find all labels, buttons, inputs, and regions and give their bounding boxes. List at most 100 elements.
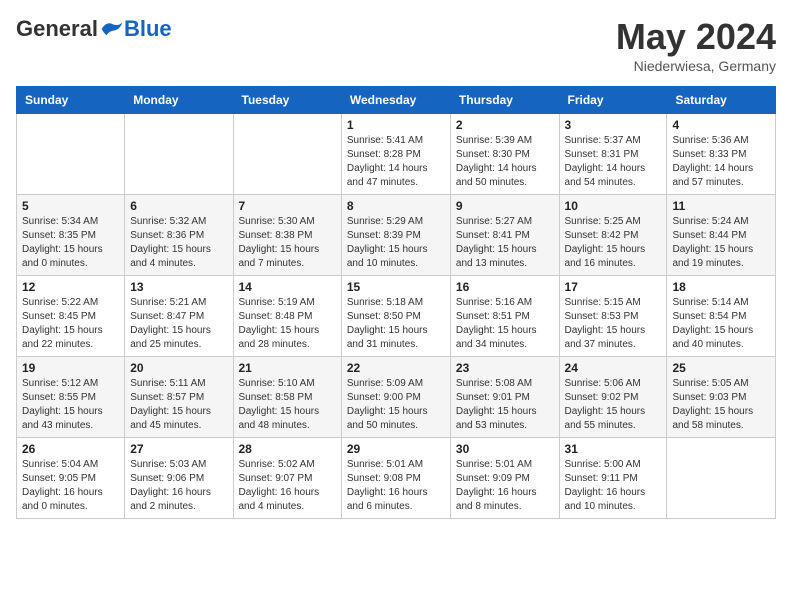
day-info: Sunrise: 5:41 AM Sunset: 8:28 PM Dayligh… bbox=[347, 134, 445, 190]
calendar-cell: 10 Sunrise: 5:25 AM Sunset: 8:42 PM Dayli… bbox=[559, 195, 667, 276]
calendar-cell: 16 Sunrise: 5:16 AM Sunset: 8:51 PM Dayli… bbox=[450, 276, 559, 357]
calendar-cell: 12Sunrise: 5:22 AM Sunset: 8:45 PM Dayli… bbox=[17, 276, 125, 357]
day-number: 1 bbox=[347, 118, 445, 132]
day-number: 10 bbox=[565, 199, 662, 213]
calendar-day-header: Thursday bbox=[450, 87, 559, 114]
day-info: Sunrise: 5:22 AM Sunset: 8:45 PM Dayligh… bbox=[22, 296, 119, 352]
calendar-cell: 7Sunrise: 5:30 AM Sunset: 8:38 PM Daylig… bbox=[233, 195, 341, 276]
calendar-cell: 15 Sunrise: 5:18 AM Sunset: 8:50 PM Dayli… bbox=[341, 276, 450, 357]
calendar-cell: 18 Sunrise: 5:14 AM Sunset: 8:54 PM Dayli… bbox=[667, 276, 776, 357]
calendar-day-header: Sunday bbox=[17, 87, 125, 114]
calendar-cell: 30Sunrise: 5:01 AM Sunset: 9:09 PM Dayli… bbox=[450, 438, 559, 519]
day-number: 30 bbox=[456, 442, 554, 456]
day-info: Sunrise: 5:09 AM Sunset: 9:00 PM Dayligh… bbox=[347, 377, 445, 433]
day-info: Sunrise: 5:21 AM Sunset: 8:47 PM Dayligh… bbox=[130, 296, 227, 352]
calendar-week-row: 26 Sunrise: 5:04 AM Sunset: 9:05 PM Dayli… bbox=[17, 438, 776, 519]
logo-general-text: General bbox=[16, 16, 98, 42]
day-info: Sunrise: 5:06 AM Sunset: 9:02 PM Dayligh… bbox=[565, 377, 662, 433]
day-info: Sunrise: 5:16 AM Sunset: 8:51 PM Dayligh… bbox=[456, 296, 554, 352]
calendar-cell: 2 Sunrise: 5:39 AM Sunset: 8:30 PM Daylig… bbox=[450, 114, 559, 195]
day-number: 5 bbox=[22, 199, 119, 213]
calendar-cell: 4Sunrise: 5:36 AM Sunset: 8:33 PM Daylig… bbox=[667, 114, 776, 195]
day-number: 3 bbox=[565, 118, 662, 132]
day-number: 23 bbox=[456, 361, 554, 375]
logo-bird-icon bbox=[100, 19, 124, 39]
day-number: 9 bbox=[456, 199, 554, 213]
calendar-header-row: SundayMondayTuesdayWednesdayThursdayFrid… bbox=[17, 87, 776, 114]
calendar-cell: 27 Sunrise: 5:03 AM Sunset: 9:06 PM Dayli… bbox=[125, 438, 233, 519]
day-info: Sunrise: 5:24 AM Sunset: 8:44 PM Dayligh… bbox=[672, 215, 770, 271]
calendar-cell: 13 Sunrise: 5:21 AM Sunset: 8:47 PM Dayli… bbox=[125, 276, 233, 357]
day-info: Sunrise: 5:18 AM Sunset: 8:50 PM Dayligh… bbox=[347, 296, 445, 352]
calendar-week-row: 5 Sunrise: 5:34 AM Sunset: 8:35 PM Daylig… bbox=[17, 195, 776, 276]
calendar-day-header: Monday bbox=[125, 87, 233, 114]
day-info: Sunrise: 5:10 AM Sunset: 8:58 PM Dayligh… bbox=[239, 377, 336, 433]
logo: General Blue bbox=[16, 16, 172, 42]
day-info: Sunrise: 5:03 AM Sunset: 9:06 PM Dayligh… bbox=[130, 458, 227, 514]
day-number: 22 bbox=[347, 361, 445, 375]
day-info: Sunrise: 5:27 AM Sunset: 8:41 PM Dayligh… bbox=[456, 215, 554, 271]
calendar-cell bbox=[17, 114, 125, 195]
calendar-cell: 25Sunrise: 5:05 AM Sunset: 9:03 PM Dayli… bbox=[667, 357, 776, 438]
calendar-cell: 19 Sunrise: 5:12 AM Sunset: 8:55 PM Dayli… bbox=[17, 357, 125, 438]
day-number: 13 bbox=[130, 280, 227, 294]
calendar-day-header: Tuesday bbox=[233, 87, 341, 114]
logo-blue-text: Blue bbox=[124, 16, 172, 42]
day-info: Sunrise: 5:14 AM Sunset: 8:54 PM Dayligh… bbox=[672, 296, 770, 352]
day-number: 11 bbox=[672, 199, 770, 213]
calendar-cell: 23 Sunrise: 5:08 AM Sunset: 9:01 PM Dayli… bbox=[450, 357, 559, 438]
location-subtitle: Niederwiesa, Germany bbox=[616, 58, 776, 74]
calendar-week-row: 19 Sunrise: 5:12 AM Sunset: 8:55 PM Dayli… bbox=[17, 357, 776, 438]
day-number: 14 bbox=[239, 280, 336, 294]
day-number: 24 bbox=[565, 361, 662, 375]
day-info: Sunrise: 5:39 AM Sunset: 8:30 PM Dayligh… bbox=[456, 134, 554, 190]
calendar-cell: 8Sunrise: 5:29 AM Sunset: 8:39 PM Daylig… bbox=[341, 195, 450, 276]
day-number: 27 bbox=[130, 442, 227, 456]
day-number: 2 bbox=[456, 118, 554, 132]
day-number: 31 bbox=[565, 442, 662, 456]
day-info: Sunrise: 5:34 AM Sunset: 8:35 PM Dayligh… bbox=[22, 215, 119, 271]
day-info: Sunrise: 5:25 AM Sunset: 8:42 PM Dayligh… bbox=[565, 215, 662, 271]
title-section: May 2024 Niederwiesa, Germany bbox=[616, 16, 776, 74]
calendar-cell: 9 Sunrise: 5:27 AM Sunset: 8:41 PM Daylig… bbox=[450, 195, 559, 276]
page-header: General Blue May 2024 Niederwiesa, Germa… bbox=[16, 16, 776, 74]
calendar-cell: 5 Sunrise: 5:34 AM Sunset: 8:35 PM Daylig… bbox=[17, 195, 125, 276]
day-number: 29 bbox=[347, 442, 445, 456]
calendar-cell: 3Sunrise: 5:37 AM Sunset: 8:31 PM Daylig… bbox=[559, 114, 667, 195]
calendar-day-header: Friday bbox=[559, 87, 667, 114]
day-info: Sunrise: 5:29 AM Sunset: 8:39 PM Dayligh… bbox=[347, 215, 445, 271]
day-info: Sunrise: 5:32 AM Sunset: 8:36 PM Dayligh… bbox=[130, 215, 227, 271]
day-info: Sunrise: 5:15 AM Sunset: 8:53 PM Dayligh… bbox=[565, 296, 662, 352]
calendar-cell bbox=[667, 438, 776, 519]
day-number: 26 bbox=[22, 442, 119, 456]
calendar-cell: 26 Sunrise: 5:04 AM Sunset: 9:05 PM Dayli… bbox=[17, 438, 125, 519]
calendar-cell: 29 Sunrise: 5:01 AM Sunset: 9:08 PM Dayli… bbox=[341, 438, 450, 519]
calendar-cell: 21 Sunrise: 5:10 AM Sunset: 8:58 PM Dayli… bbox=[233, 357, 341, 438]
month-title: May 2024 bbox=[616, 16, 776, 58]
day-number: 18 bbox=[672, 280, 770, 294]
calendar-day-header: Saturday bbox=[667, 87, 776, 114]
day-number: 16 bbox=[456, 280, 554, 294]
day-number: 20 bbox=[130, 361, 227, 375]
calendar-cell: 6Sunrise: 5:32 AM Sunset: 8:36 PM Daylig… bbox=[125, 195, 233, 276]
day-info: Sunrise: 5:12 AM Sunset: 8:55 PM Dayligh… bbox=[22, 377, 119, 433]
day-number: 25 bbox=[672, 361, 770, 375]
calendar-cell: 20Sunrise: 5:11 AM Sunset: 8:57 PM Dayli… bbox=[125, 357, 233, 438]
calendar-day-header: Wednesday bbox=[341, 87, 450, 114]
day-info: Sunrise: 5:08 AM Sunset: 9:01 PM Dayligh… bbox=[456, 377, 554, 433]
day-number: 28 bbox=[239, 442, 336, 456]
day-info: Sunrise: 5:01 AM Sunset: 9:08 PM Dayligh… bbox=[347, 458, 445, 514]
calendar-week-row: 12Sunrise: 5:22 AM Sunset: 8:45 PM Dayli… bbox=[17, 276, 776, 357]
day-number: 21 bbox=[239, 361, 336, 375]
calendar-cell: 17Sunrise: 5:15 AM Sunset: 8:53 PM Dayli… bbox=[559, 276, 667, 357]
calendar-cell: 1 Sunrise: 5:41 AM Sunset: 8:28 PM Daylig… bbox=[341, 114, 450, 195]
day-info: Sunrise: 5:19 AM Sunset: 8:48 PM Dayligh… bbox=[239, 296, 336, 352]
day-number: 19 bbox=[22, 361, 119, 375]
day-info: Sunrise: 5:04 AM Sunset: 9:05 PM Dayligh… bbox=[22, 458, 119, 514]
calendar-cell: 14 Sunrise: 5:19 AM Sunset: 8:48 PM Dayli… bbox=[233, 276, 341, 357]
day-number: 7 bbox=[239, 199, 336, 213]
day-number: 15 bbox=[347, 280, 445, 294]
calendar-cell: 24 Sunrise: 5:06 AM Sunset: 9:02 PM Dayli… bbox=[559, 357, 667, 438]
calendar-table: SundayMondayTuesdayWednesdayThursdayFrid… bbox=[16, 86, 776, 519]
calendar-cell bbox=[125, 114, 233, 195]
